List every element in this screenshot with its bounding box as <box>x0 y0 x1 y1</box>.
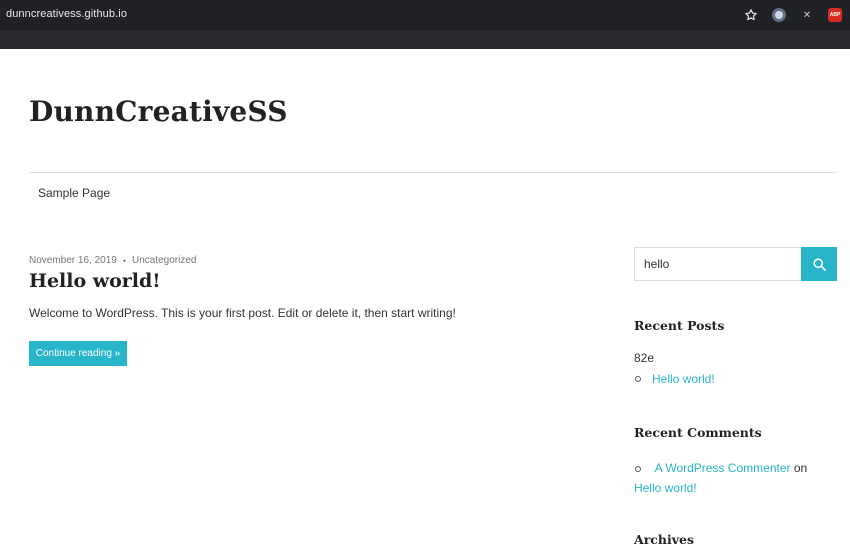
recent-comments-heading: Recent Comments <box>634 425 762 440</box>
extension-icon[interactable] <box>770 6 788 24</box>
browser-actions: ✕ ABP <box>742 6 844 24</box>
star-icon[interactable] <box>742 6 760 24</box>
bullet-icon <box>635 465 641 472</box>
recent-posts-heading: Recent Posts <box>634 318 725 333</box>
comment-author-link[interactable]: A WordPress Commenter <box>655 461 791 475</box>
comment-on-text: on <box>793 461 808 475</box>
address-bar[interactable]: dunncreativess.github.io <box>6 8 127 20</box>
meta-separator: • <box>122 255 126 266</box>
search-input[interactable] <box>634 247 802 281</box>
post-category[interactable]: Uncategorized <box>132 255 196 266</box>
recent-post-link[interactable]: Hello world! <box>652 372 715 386</box>
close-icon[interactable]: ✕ <box>798 6 816 24</box>
post-excerpt: Welcome to WordPress. This is your first… <box>29 306 456 320</box>
post-title[interactable]: Hello world! <box>29 270 161 292</box>
header-divider <box>29 172 837 173</box>
comment-post-link[interactable]: Hello world! <box>634 481 697 495</box>
search-icon <box>812 257 826 271</box>
adblock-icon[interactable]: ABP <box>826 6 844 24</box>
site-title[interactable]: DunnCreativeSS <box>29 95 288 128</box>
continue-reading-button[interactable]: Continue reading » <box>29 341 127 366</box>
browser-tab-strip <box>0 30 850 49</box>
bullet-icon <box>635 376 641 382</box>
list-item: Hello world! <box>634 372 715 386</box>
nav-item-sample-page[interactable]: Sample Page <box>38 186 110 200</box>
archives-heading: Archives <box>634 532 694 547</box>
browser-toolbar: dunncreativess.github.io ✕ ABP <box>0 0 850 30</box>
post-date[interactable]: November 16, 2019 <box>29 255 117 266</box>
list-item: A WordPress Commenter on Hello world! <box>634 458 834 498</box>
search-button[interactable] <box>801 247 837 281</box>
post-meta: November 16, 2019 • Uncategorized <box>29 255 196 266</box>
recent-posts-text: 82e <box>634 351 655 365</box>
